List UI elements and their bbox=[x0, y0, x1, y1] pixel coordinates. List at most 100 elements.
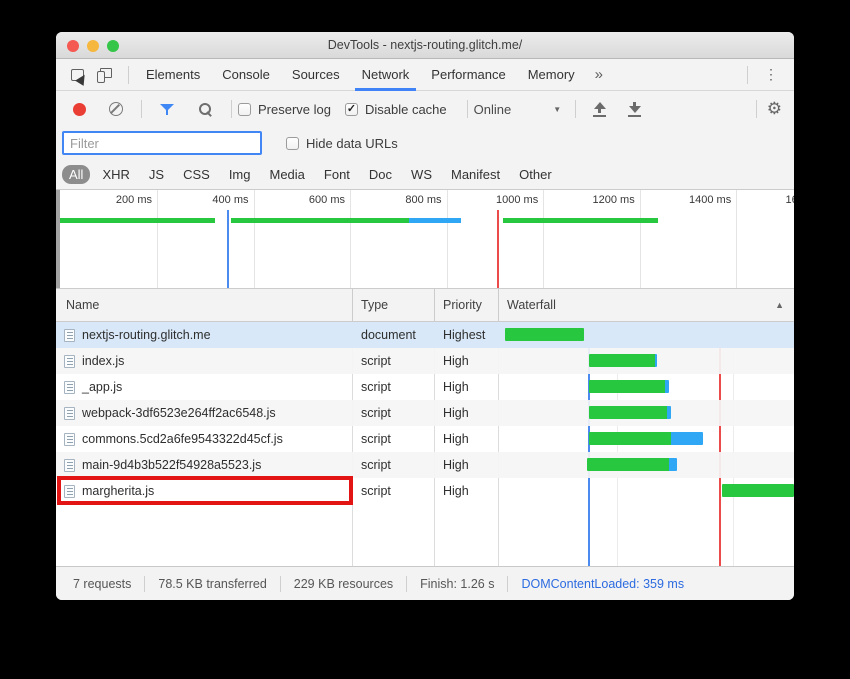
settings-gear-icon[interactable]: ⚙ bbox=[767, 99, 782, 119]
dom-content-loaded-time: DOMContentLoaded: 359 ms bbox=[508, 577, 697, 591]
hide-data-urls-checkbox[interactable] bbox=[286, 137, 299, 150]
column-header-priority[interactable]: Priority bbox=[434, 298, 498, 312]
divider bbox=[575, 100, 576, 118]
overview-tick-label: 800 ms bbox=[400, 194, 442, 206]
finish-time: Finish: 1.26 s bbox=[407, 577, 507, 591]
divider bbox=[434, 289, 435, 321]
table-row-app-js[interactable]: _app.js script High bbox=[56, 374, 794, 400]
tab-memory[interactable]: Memory bbox=[517, 59, 586, 91]
overview-tick-label: 400 ms bbox=[207, 194, 249, 206]
divider bbox=[141, 100, 142, 118]
table-row-nextjs-routing[interactable]: nextjs-routing.glitch.me document Highes… bbox=[56, 322, 794, 348]
overview-tick-label: 200 ms bbox=[110, 194, 152, 206]
waterfall-bar[interactable] bbox=[722, 484, 794, 497]
overview-tick-label: 1000 ms bbox=[496, 194, 538, 206]
table-row-margherita-js[interactable]: margherita.js script High bbox=[56, 478, 794, 504]
disable-cache-label: Disable cache bbox=[365, 102, 447, 117]
throttling-select[interactable]: Online ▼ bbox=[474, 102, 562, 117]
preserve-log-label: Preserve log bbox=[258, 102, 331, 117]
overview-tick-label: 1600 ms bbox=[786, 194, 795, 206]
waterfall-bar[interactable] bbox=[589, 432, 703, 445]
waterfall-bar[interactable] bbox=[505, 328, 584, 341]
zoom-window-button[interactable] bbox=[107, 40, 119, 52]
overview-tick-label: 600 ms bbox=[303, 194, 345, 206]
overview-gridline bbox=[447, 190, 448, 288]
pill-all[interactable]: All bbox=[62, 165, 90, 184]
document-file-icon bbox=[64, 433, 75, 446]
overview-request-bar bbox=[231, 218, 461, 223]
filter-row: Hide data URLs bbox=[56, 127, 794, 159]
overview-request-bar bbox=[503, 218, 658, 223]
pill-other[interactable]: Other bbox=[512, 165, 559, 184]
tab-elements[interactable]: Elements bbox=[135, 59, 211, 91]
divider bbox=[128, 66, 129, 84]
document-file-icon bbox=[64, 329, 75, 342]
requests-count: 7 requests bbox=[60, 577, 144, 591]
request-rows-area: nextjs-routing.glitch.me document Highes… bbox=[56, 322, 794, 566]
pill-ws[interactable]: WS bbox=[404, 165, 439, 184]
pill-manifest[interactable]: Manifest bbox=[444, 165, 507, 184]
devtools-menu-icon[interactable]: ⋮ bbox=[754, 66, 788, 83]
filter-icon[interactable] bbox=[160, 103, 174, 116]
column-header-waterfall[interactable]: Waterfall ▲ bbox=[498, 298, 794, 312]
export-har-icon[interactable] bbox=[627, 102, 642, 117]
close-window-button[interactable] bbox=[67, 40, 79, 52]
tab-sources[interactable]: Sources bbox=[281, 59, 351, 91]
divider bbox=[498, 289, 499, 321]
screenshot-stage: DevTools - nextjs-routing.glitch.me/ Ele… bbox=[0, 0, 850, 679]
throttling-value: Online bbox=[474, 102, 512, 117]
table-row-webpack-js[interactable]: webpack-3df6523e264ff2ac6548.js script H… bbox=[56, 400, 794, 426]
column-header-name[interactable]: Name bbox=[56, 298, 352, 312]
pill-js[interactable]: JS bbox=[142, 165, 171, 184]
window-title: DevTools - nextjs-routing.glitch.me/ bbox=[328, 38, 523, 52]
overview-gridline bbox=[254, 190, 255, 288]
table-row-index-js[interactable]: index.js script High bbox=[56, 348, 794, 374]
preserve-log-checkbox[interactable] bbox=[238, 103, 251, 116]
resources-size: 229 KB resources bbox=[281, 577, 406, 591]
import-har-icon[interactable] bbox=[592, 102, 607, 117]
minimize-window-button[interactable] bbox=[87, 40, 99, 52]
document-file-icon bbox=[64, 407, 75, 420]
divider bbox=[352, 289, 353, 321]
pill-font[interactable]: Font bbox=[317, 165, 357, 184]
resource-type-filters: All XHR JS CSS Img Media Font Doc WS Man… bbox=[56, 159, 794, 189]
pill-doc[interactable]: Doc bbox=[362, 165, 399, 184]
table-row-main-js[interactable]: main-9d4b3b522f54928a5523.js script High bbox=[56, 452, 794, 478]
tab-performance[interactable]: Performance bbox=[420, 59, 516, 91]
panel-tabbar: Elements Console Sources Network Perform… bbox=[56, 59, 794, 91]
status-bar: 7 requests 78.5 KB transferred 229 KB re… bbox=[56, 566, 794, 600]
tab-console[interactable]: Console bbox=[211, 59, 281, 91]
document-file-icon bbox=[64, 459, 75, 472]
sort-ascending-icon: ▲ bbox=[775, 300, 784, 310]
overview-grip[interactable] bbox=[56, 190, 60, 288]
search-icon[interactable] bbox=[198, 102, 213, 117]
overview-gridline bbox=[350, 190, 351, 288]
divider bbox=[467, 100, 468, 118]
inspect-element-icon[interactable] bbox=[64, 63, 90, 87]
pill-img[interactable]: Img bbox=[222, 165, 258, 184]
pill-media[interactable]: Media bbox=[262, 165, 311, 184]
column-header-type[interactable]: Type bbox=[352, 298, 434, 312]
network-toolbar: Preserve log Disable cache Online ▼ ⚙ bbox=[56, 91, 794, 127]
device-toolbar-icon[interactable] bbox=[94, 63, 120, 87]
pill-css[interactable]: CSS bbox=[176, 165, 217, 184]
filter-input[interactable] bbox=[62, 131, 262, 155]
window-titlebar: DevTools - nextjs-routing.glitch.me/ bbox=[56, 32, 794, 59]
table-row-commons-js[interactable]: commons.5cd2a6fe9543322d45cf.js script H… bbox=[56, 426, 794, 452]
overview-gridline bbox=[543, 190, 544, 288]
more-tabs-icon[interactable]: » bbox=[586, 66, 612, 83]
record-button[interactable] bbox=[73, 103, 86, 116]
overview-dcl-line bbox=[227, 210, 229, 288]
divider bbox=[747, 66, 748, 84]
pill-xhr[interactable]: XHR bbox=[95, 165, 136, 184]
disable-cache-checkbox[interactable] bbox=[345, 103, 358, 116]
clear-icon[interactable] bbox=[109, 102, 123, 116]
document-file-icon bbox=[64, 485, 75, 498]
waterfall-bar[interactable] bbox=[587, 458, 677, 471]
tab-network[interactable]: Network bbox=[351, 59, 421, 91]
devtools-window: DevTools - nextjs-routing.glitch.me/ Ele… bbox=[56, 32, 794, 600]
waterfall-bar[interactable] bbox=[589, 354, 657, 367]
timeline-overview[interactable]: 200 ms400 ms600 ms800 ms1000 ms1200 ms14… bbox=[56, 189, 794, 289]
waterfall-bar[interactable] bbox=[589, 380, 669, 393]
waterfall-bar[interactable] bbox=[589, 406, 671, 419]
